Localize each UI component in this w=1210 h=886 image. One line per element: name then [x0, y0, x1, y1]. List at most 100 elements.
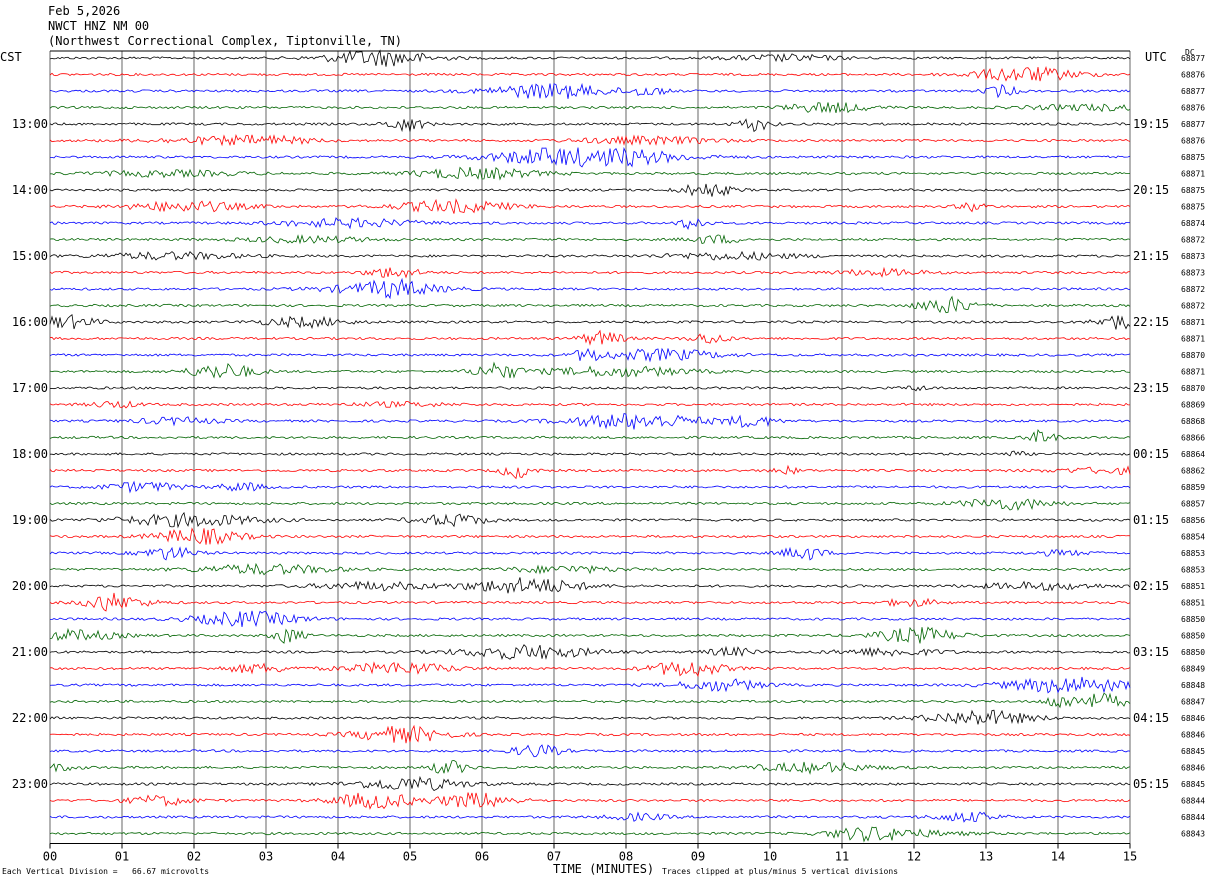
left-hour-label: 23:00 [12, 777, 48, 791]
x-tick-label: 10 [763, 850, 777, 864]
seismic-trace [49, 661, 1131, 678]
dc-offset-label: 68853 [1181, 566, 1205, 575]
dc-offset-label: 68869 [1181, 401, 1205, 410]
seismic-trace [49, 347, 1131, 363]
seismic-trace [49, 610, 1131, 628]
dc-offset-label: 68877 [1181, 120, 1205, 129]
seismic-trace [49, 400, 1130, 409]
dc-offset-label: 68850 [1181, 632, 1205, 641]
left-hour-label: 19:00 [12, 513, 48, 527]
right-hour-label: 04:15 [1133, 711, 1169, 725]
dc-offset-label: 68853 [1181, 549, 1205, 558]
left-hour-label: 18:00 [12, 447, 48, 461]
seismic-trace [49, 49, 1131, 67]
dc-offset-label: 68851 [1181, 599, 1205, 608]
dc-offset-label: 68873 [1181, 252, 1205, 261]
seismic-trace [49, 313, 1131, 330]
seismic-trace [49, 234, 1131, 245]
right-hour-label: 21:15 [1133, 249, 1169, 263]
dc-offset-label: 68875 [1181, 203, 1205, 212]
dc-offset-label: 68871 [1181, 170, 1205, 179]
dc-offset-label: 68870 [1181, 351, 1205, 360]
seismic-trace [49, 744, 1131, 758]
dc-offset-label: 68844 [1181, 797, 1205, 806]
right-hour-label: 20:15 [1133, 183, 1169, 197]
seismic-trace [49, 361, 1131, 379]
dc-offset-label: 68850 [1181, 648, 1205, 657]
seismic-trace [49, 133, 1131, 147]
x-tick-label: 15 [1123, 850, 1137, 864]
left-hour-label: 13:00 [12, 117, 48, 131]
seismic-trace [49, 295, 1131, 314]
seismic-trace [50, 146, 1131, 168]
seismic-trace [49, 480, 1131, 494]
right-hour-label: 00:15 [1133, 447, 1169, 461]
dc-offset-label: 68862 [1181, 467, 1205, 476]
dc-offset-label: 68868 [1181, 417, 1205, 426]
x-tick-label: 09 [691, 850, 705, 864]
right-hour-label: 01:15 [1133, 513, 1169, 527]
footer-scale-note: Each Vertical Division = 66.67 microvolt… [2, 867, 210, 876]
seismic-trace [49, 592, 1131, 612]
dc-offset-label: 68859 [1181, 483, 1205, 492]
dc-offset-label: 68845 [1181, 747, 1205, 756]
dc-offset-label: 68877 [1181, 54, 1205, 63]
dc-offset-label: 68845 [1181, 780, 1205, 789]
helicorder-plot: 00 01 02 03 04 05 06 07 08 09 10 11 12 13 14 1568877688… [12, 49, 1205, 864]
right-hour-label: 03:15 [1133, 645, 1169, 659]
seismic-trace [50, 450, 1131, 457]
dc-offset-label: 68871 [1181, 335, 1205, 344]
seismic-trace [49, 676, 1131, 694]
right-hour-label: 02:15 [1133, 579, 1169, 593]
left-hour-label: 14:00 [12, 183, 48, 197]
x-tick-label: 00 [43, 850, 57, 864]
dc-offset-label: 68857 [1181, 500, 1205, 509]
right-hour-label: 19:15 [1133, 117, 1169, 131]
x-tick-label: 14 [1051, 850, 1065, 864]
dc-offset-label: 68873 [1181, 269, 1205, 278]
seismic-trace [49, 412, 1131, 430]
right-hour-label: 22:15 [1133, 315, 1169, 329]
seismic-trace [49, 166, 1130, 181]
dc-offset-label: 68874 [1181, 219, 1205, 228]
dc-offset-label: 68846 [1181, 731, 1205, 740]
seismic-trace [49, 266, 1131, 279]
dc-offset-label: 68872 [1181, 302, 1205, 311]
dc-offset-label: 68851 [1181, 582, 1205, 591]
dc-offset-label: 68848 [1181, 681, 1205, 690]
dc-offset-label: 68870 [1181, 384, 1205, 393]
dc-offset-label: 68875 [1181, 186, 1205, 195]
dc-offset-label: 68876 [1181, 71, 1205, 80]
dc-offset-label: 68846 [1181, 764, 1205, 773]
dc-offset-label: 68864 [1181, 450, 1205, 459]
dc-offset-label: 68854 [1181, 533, 1205, 542]
dc-offset-label: 68872 [1181, 236, 1205, 245]
seismic-trace [49, 428, 1131, 442]
seismic-trace [49, 102, 1131, 114]
right-hour-label: 23:15 [1133, 381, 1169, 395]
seismic-trace [49, 546, 1131, 561]
seismic-trace [49, 65, 1131, 82]
seismic-trace [49, 792, 1131, 810]
seismic-trace [49, 385, 1131, 392]
x-tick-label: 12 [907, 850, 921, 864]
seismic-trace [49, 692, 1131, 709]
dc-offset-label: 68850 [1181, 615, 1205, 624]
seismic-trace [49, 760, 1131, 775]
seismic-trace [49, 527, 1131, 545]
seismic-trace [49, 329, 1131, 346]
dc-offset-label: 68856 [1181, 516, 1205, 525]
dc-offset-label: 68877 [1181, 87, 1205, 96]
seismic-trace [49, 709, 1131, 725]
x-tick-label: 05 [403, 850, 417, 864]
left-hour-label: 16:00 [12, 315, 48, 329]
seismic-trace [49, 464, 1131, 480]
seismic-trace [49, 724, 1131, 744]
dc-offset-label: 68871 [1181, 368, 1205, 377]
x-tick-label: 01 [115, 850, 129, 864]
x-tick-label: 13 [979, 850, 993, 864]
dc-offset-label: 68843 [1181, 830, 1205, 839]
left-hour-label: 22:00 [12, 711, 48, 725]
left-hour-label: 20:00 [12, 579, 48, 593]
dc-offset-label: 68871 [1181, 318, 1205, 327]
